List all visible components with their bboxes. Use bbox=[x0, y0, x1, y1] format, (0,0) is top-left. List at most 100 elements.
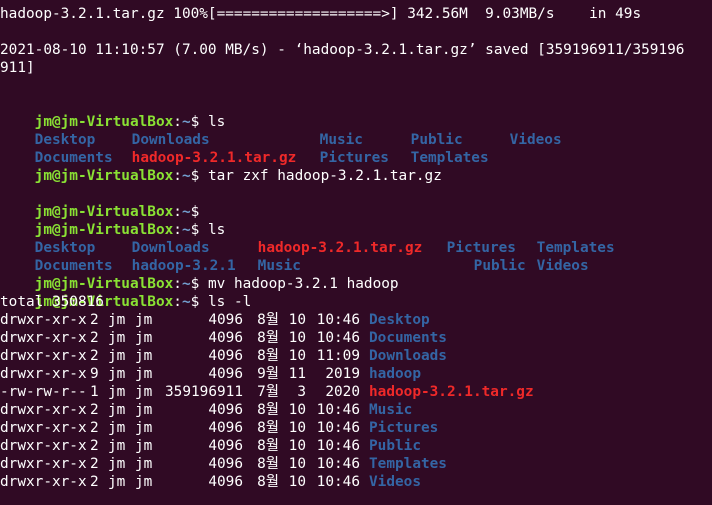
ls-item: Documents bbox=[34, 150, 113, 166]
owner-cell: jm bbox=[108, 402, 126, 418]
long-list-row: drwxr-xr-x 2 jm jm 4096 8월 10 10:46 Desktop bbox=[0, 311, 712, 329]
long-list-row: drwxr-xr-x 2 jm jm 4096 8월 10 10:46 Documents bbox=[0, 329, 712, 347]
size-cell: 4096 bbox=[208, 474, 243, 490]
size-cell: 4096 bbox=[208, 366, 243, 382]
filename-cell: Desktop bbox=[369, 312, 430, 328]
links-cell: 2 bbox=[90, 438, 99, 454]
month-cell: 9월 bbox=[257, 366, 279, 382]
ls-item: Videos bbox=[536, 258, 589, 274]
prompt-path: ~ bbox=[181, 294, 191, 310]
day-cell: 3 bbox=[288, 384, 306, 400]
filename-cell: Music bbox=[369, 402, 413, 418]
long-list-row: drwxr-xr-x 2 jm jm 4096 8월 10 10:46 Pictures bbox=[0, 419, 712, 437]
owner-cell: jm bbox=[108, 456, 126, 472]
month-cell: 8월 bbox=[257, 348, 279, 364]
terminal-window[interactable]: hadoop-3.2.1.tar.gz 100%[===============… bbox=[0, 0, 712, 505]
long-list-row: -rw-rw-r-- 1 jm jm 359196911 7월 3 2020 hadoop-… bbox=[0, 383, 712, 401]
perms-cell: drwxr-xr-x bbox=[0, 330, 87, 346]
owner-cell: jm bbox=[108, 312, 126, 328]
prompt-symbol: $ bbox=[190, 114, 208, 130]
group-cell: jm bbox=[135, 330, 153, 346]
prompt-line: jm@jm-VirtualBox:~$ bbox=[0, 185, 712, 220]
day-cell: 10 bbox=[288, 348, 306, 364]
prompt-user: jm@jm-VirtualBox bbox=[34, 222, 174, 238]
filename-cell: Pictures bbox=[369, 420, 439, 436]
ls-item: Videos bbox=[509, 132, 562, 148]
prompt-path: ~ bbox=[181, 114, 191, 130]
time-cell: 10:46 bbox=[316, 420, 360, 436]
group-cell: jm bbox=[135, 402, 153, 418]
size-cell: 4096 bbox=[208, 312, 243, 328]
size-cell: 4096 bbox=[208, 420, 243, 436]
ls-item: hadoop-3.2.1 bbox=[131, 258, 236, 274]
group-cell: jm bbox=[135, 312, 153, 328]
prompt-user: jm@jm-VirtualBox bbox=[34, 276, 174, 292]
ls-item: Music bbox=[257, 258, 301, 274]
group-cell: jm bbox=[135, 384, 153, 400]
group-cell: jm bbox=[135, 348, 153, 364]
day-cell: 10 bbox=[288, 402, 306, 418]
prompt-symbol: $ bbox=[190, 294, 208, 310]
prompt-user: jm@jm-VirtualBox bbox=[34, 114, 174, 130]
ls-item: Pictures bbox=[446, 240, 516, 256]
filename-cell: hadoop-3.2.1.tar.gz bbox=[369, 384, 534, 400]
time-cell: 10:46 bbox=[316, 402, 360, 418]
long-list-row: drwxr-xr-x 2 jm jm 4096 8월 10 10:46 Music bbox=[0, 401, 712, 419]
prompt-symbol: $ bbox=[190, 276, 208, 292]
perms-cell: drwxr-xr-x bbox=[0, 438, 87, 454]
perms-cell: drwxr-xr-x bbox=[0, 366, 87, 382]
month-cell: 8월 bbox=[257, 456, 279, 472]
month-cell: 8월 bbox=[257, 402, 279, 418]
links-cell: 2 bbox=[90, 312, 99, 328]
day-cell: 11 bbox=[288, 366, 306, 382]
perms-cell: drwxr-xr-x bbox=[0, 420, 87, 436]
owner-cell: jm bbox=[108, 366, 126, 382]
perms-cell: drwxr-xr-x bbox=[0, 348, 87, 364]
month-cell: 8월 bbox=[257, 474, 279, 490]
long-list-row: drwxr-xr-x 2 jm jm 4096 8월 10 10:46 Templates bbox=[0, 455, 712, 473]
time-cell: 10:46 bbox=[316, 456, 360, 472]
prompt-symbol: $ bbox=[190, 168, 208, 184]
perms-cell: drwxr-xr-x bbox=[0, 456, 87, 472]
filename-cell: Templates bbox=[369, 456, 447, 472]
prompt-path: ~ bbox=[181, 168, 191, 184]
ls-item: Downloads bbox=[131, 240, 210, 256]
prompt-colon: : bbox=[173, 204, 182, 220]
owner-cell: jm bbox=[108, 438, 126, 454]
time-cell: 10:46 bbox=[316, 312, 360, 328]
ls-item: hadoop-3.2.1.tar.gz bbox=[257, 240, 423, 256]
size-cell: 4096 bbox=[208, 330, 243, 346]
day-cell: 10 bbox=[288, 456, 306, 472]
download-saved-line: 2021-08-10 11:10:57 (7.00 MB/s) - ‘hadoo… bbox=[0, 42, 685, 58]
command-text: tar zxf hadoop-3.2.1.tar.gz bbox=[207, 168, 442, 184]
day-cell: 10 bbox=[288, 330, 306, 346]
time-cell: 10:46 bbox=[316, 438, 360, 454]
command-text: ls bbox=[207, 114, 226, 130]
ls-item: Templates bbox=[410, 150, 489, 166]
ls-item: hadoop-3.2.1.tar.gz bbox=[131, 150, 297, 166]
time-cell: 11:09 bbox=[316, 348, 360, 364]
day-cell: 10 bbox=[288, 438, 306, 454]
day-cell: 10 bbox=[288, 420, 306, 436]
perms-cell: drwxr-xr-x bbox=[0, 402, 87, 418]
owner-cell: jm bbox=[108, 420, 126, 436]
command-text: mv hadoop-3.2.1 hadoop bbox=[207, 276, 399, 292]
long-list-row: drwxr-xr-x 2 jm jm 4096 8월 10 10:46 Videos bbox=[0, 473, 712, 491]
filename-cell: hadoop bbox=[369, 366, 421, 382]
filename-cell: Documents bbox=[369, 330, 447, 346]
perms-cell: -rw-rw-r-- bbox=[0, 384, 87, 400]
owner-cell: jm bbox=[108, 384, 126, 400]
owner-cell: jm bbox=[108, 474, 126, 490]
size-cell: 4096 bbox=[208, 456, 243, 472]
links-cell: 2 bbox=[90, 402, 99, 418]
links-cell: 1 bbox=[90, 384, 99, 400]
group-cell: jm bbox=[135, 366, 153, 382]
owner-cell: jm bbox=[108, 348, 126, 364]
prompt-symbol: $ bbox=[190, 222, 208, 238]
links-cell: 2 bbox=[90, 420, 99, 436]
group-cell: jm bbox=[135, 438, 153, 454]
prompt-colon: : bbox=[173, 294, 182, 310]
ls-item: Documents bbox=[34, 258, 113, 274]
month-cell: 8월 bbox=[257, 330, 279, 346]
